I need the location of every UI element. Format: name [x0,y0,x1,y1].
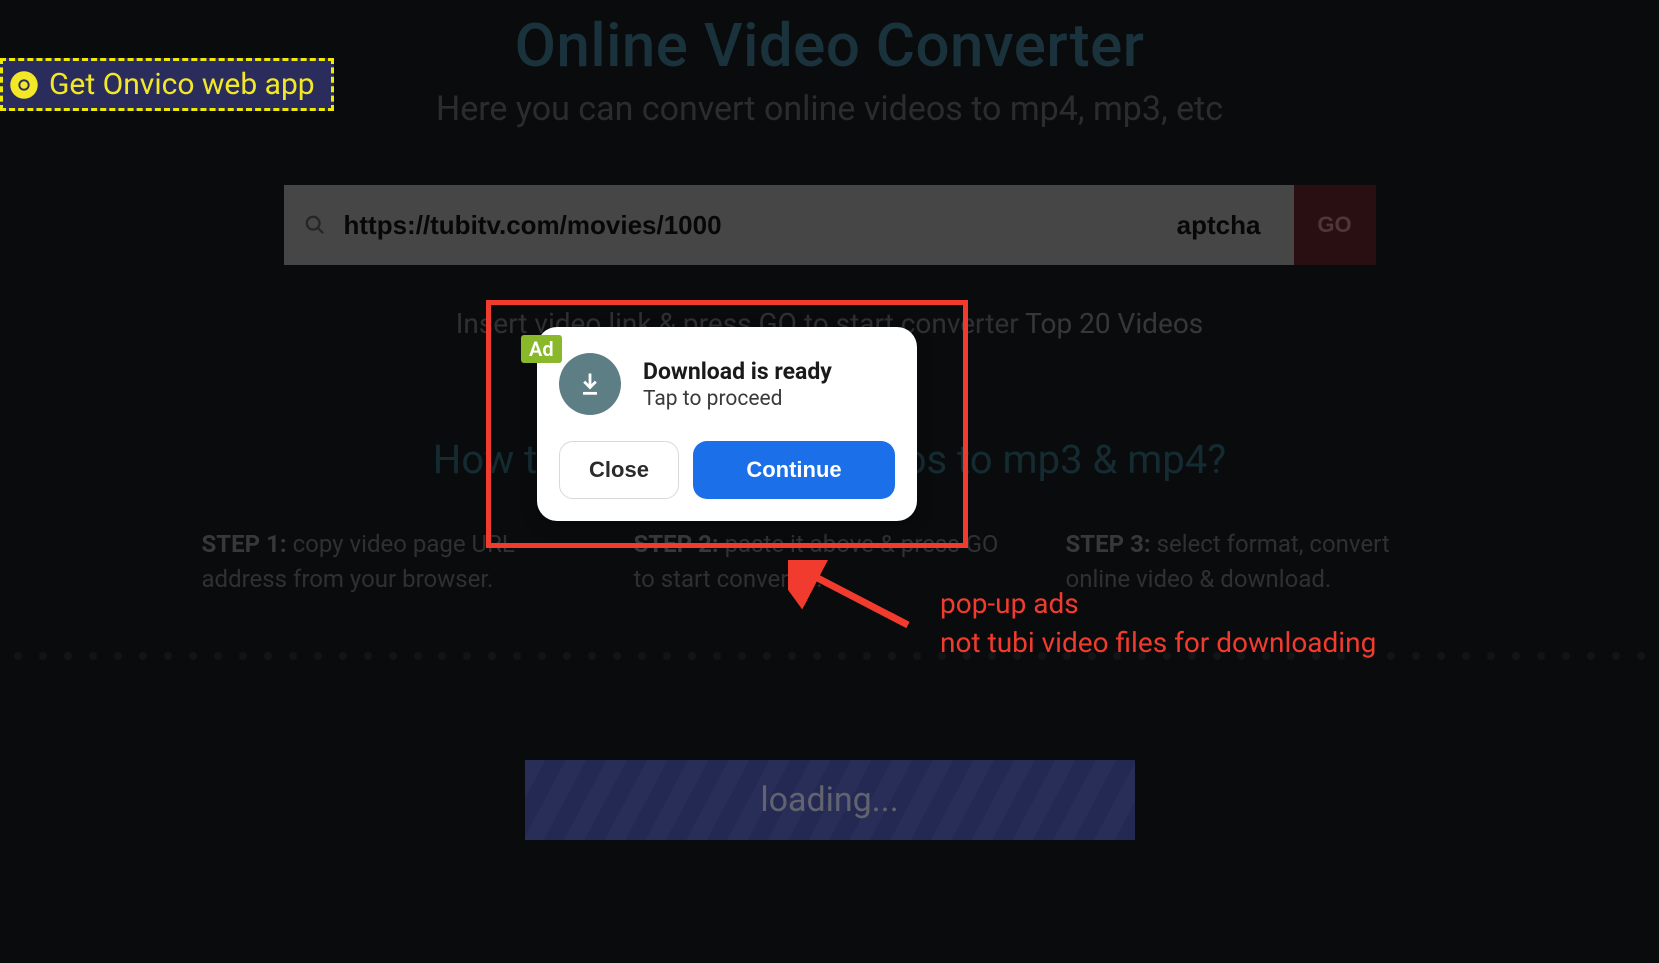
popup-subtitle: Tap to proceed [643,387,832,411]
step-3-label: STEP 3: [1066,530,1151,558]
get-webapp-badge[interactable]: Get Onvico web app [0,58,334,111]
download-icon [559,353,621,415]
popup-close-button[interactable]: Close [559,441,679,499]
annotation-line-1: pop-up ads [940,584,1376,623]
url-input[interactable] [344,210,1274,241]
annotation-text: pop-up ads not tubi video files for down… [940,584,1376,662]
annotation-line-2: not tubi video files for downloading [940,623,1376,662]
webapp-badge-text: Get Onvico web app [49,67,315,102]
page-subtitle: Here you can convert online videos to mp… [200,89,1460,129]
go-button[interactable]: GO [1294,185,1376,265]
popup-continue-button[interactable]: Continue [693,441,895,499]
divider-dots [0,652,1659,662]
search-icon [304,214,326,236]
chrome-icon [9,70,39,100]
annotation-arrow [788,560,918,640]
ad-tag: Ad [521,335,562,363]
top-videos-link[interactable]: Top 20 Videos [1025,307,1203,340]
page-title: Online Video Converter [200,10,1460,81]
search-row: GO [284,185,1376,265]
ad-popup-card: Download is ready Tap to proceed Close C… [537,327,917,521]
popup-highlight-frame: Ad Download is ready Tap to proceed Clos… [486,300,968,548]
popup-title: Download is ready [643,358,832,385]
search-box[interactable] [284,185,1294,265]
loading-bar: loading... [525,760,1135,840]
step-1-label: STEP 1: [202,530,287,558]
